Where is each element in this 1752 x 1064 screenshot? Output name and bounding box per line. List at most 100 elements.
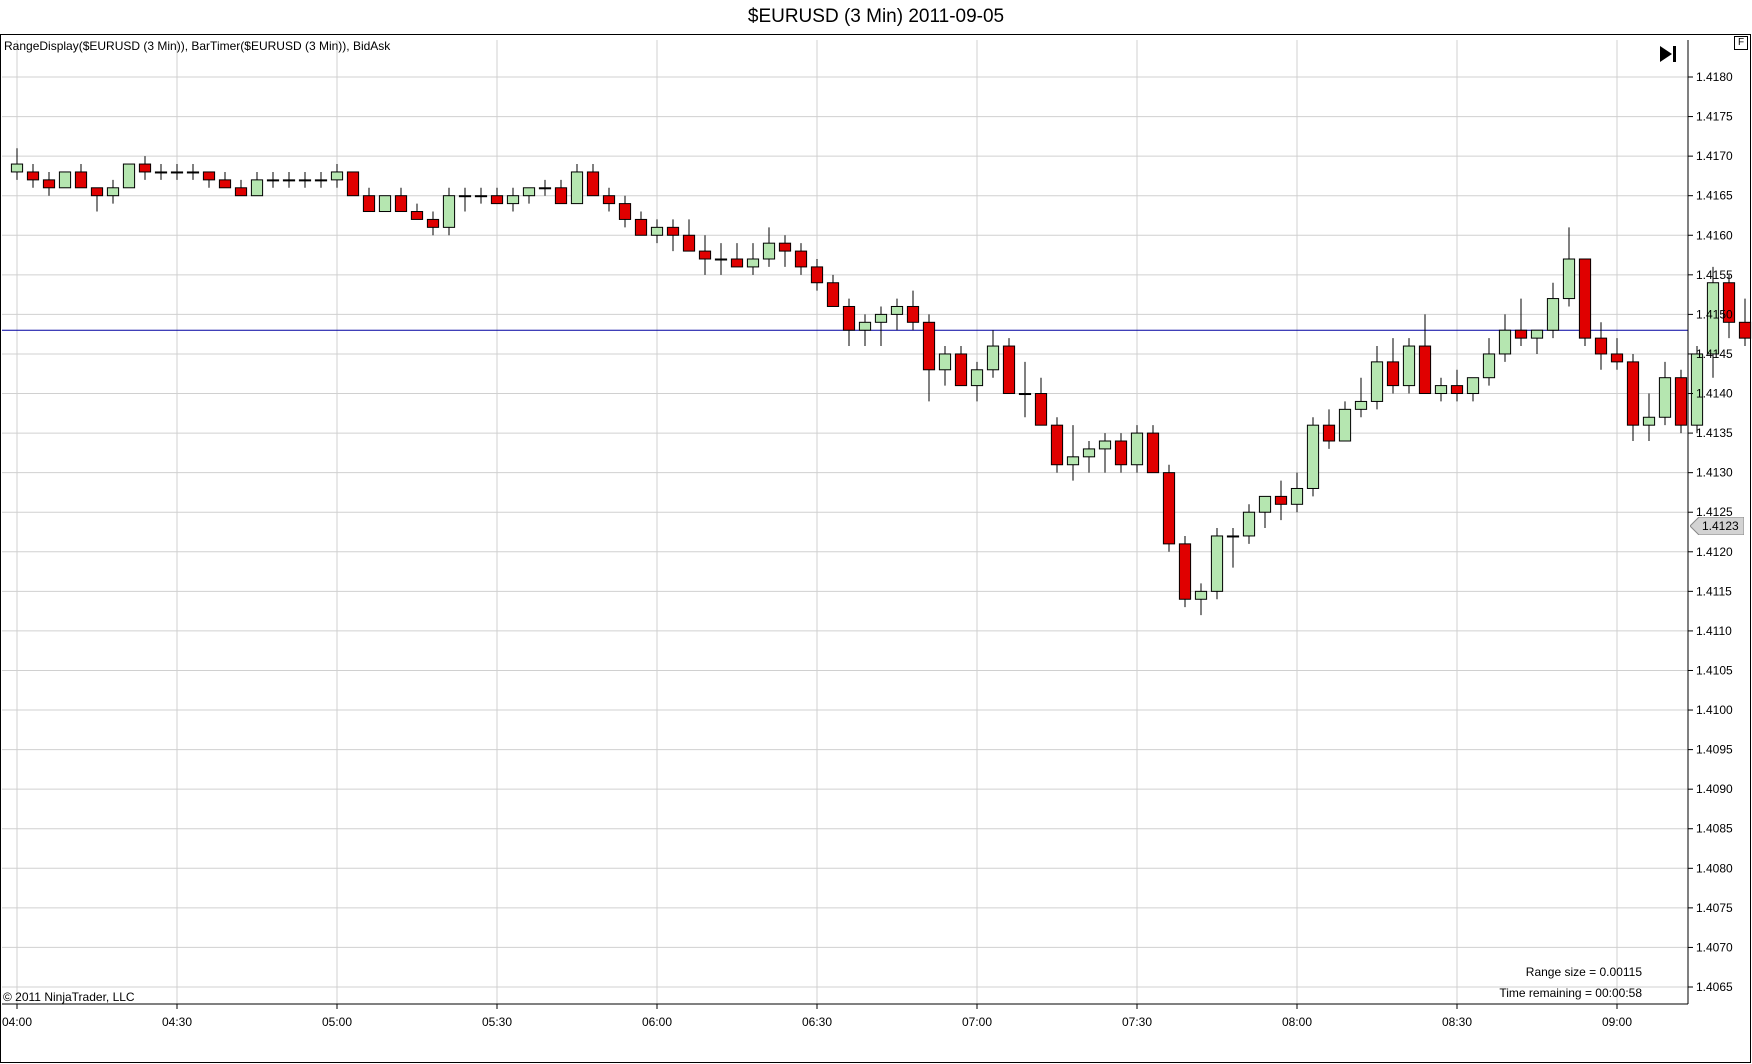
y-tick-label: 1.4140 — [1696, 387, 1733, 401]
candle — [1354, 377, 1368, 418]
x-tick-label: 08:30 — [1442, 1015, 1472, 1029]
candle — [874, 306, 888, 347]
candlestick-series — [10, 148, 1752, 616]
candle-body — [1178, 543, 1192, 600]
candle — [330, 164, 344, 188]
candle — [362, 187, 376, 213]
candle — [1594, 322, 1608, 370]
candle-body — [346, 171, 360, 197]
y-tick-label: 1.4160 — [1696, 228, 1733, 242]
candle-body — [218, 179, 232, 189]
skip-to-end-button[interactable] — [1656, 42, 1682, 66]
candle-body — [634, 218, 648, 236]
candle-body — [1370, 361, 1384, 402]
candle-body — [1050, 424, 1064, 466]
candle-body — [1642, 416, 1656, 426]
candle — [714, 243, 728, 275]
candle — [250, 171, 264, 197]
candle — [490, 187, 504, 205]
candle-body — [586, 171, 600, 197]
candle — [522, 187, 536, 204]
candle-body — [1530, 329, 1544, 339]
candle-body — [730, 258, 744, 268]
candle-body — [1162, 472, 1176, 545]
candle-body — [490, 195, 504, 205]
candle — [122, 163, 136, 189]
candle — [650, 219, 664, 244]
candle-body — [794, 250, 808, 268]
candle — [1002, 338, 1016, 395]
candle-body — [1466, 377, 1480, 395]
candle-body — [1658, 377, 1672, 418]
candle — [1658, 361, 1672, 426]
last-price-value: 1.4123 — [1702, 519, 1739, 533]
candle-body — [122, 163, 136, 189]
candle — [106, 179, 120, 204]
candle-body — [1082, 448, 1096, 458]
candle-body — [890, 305, 904, 315]
candle-body — [1434, 385, 1448, 395]
candle — [58, 171, 72, 189]
candle — [1434, 377, 1448, 402]
candle — [1530, 329, 1544, 354]
y-tick-label: 1.4165 — [1696, 189, 1733, 203]
candle-body — [1290, 487, 1304, 505]
candle-body — [938, 353, 952, 371]
y-tick-label: 1.4180 — [1696, 70, 1733, 84]
candle — [1162, 464, 1176, 552]
time-remaining-label: Time remaining = 00:00:58 — [1499, 986, 1642, 1000]
candle-body — [874, 313, 888, 323]
candle — [1338, 401, 1352, 442]
candle — [778, 235, 792, 267]
f-button[interactable]: F — [1734, 36, 1748, 50]
axes: 1.4180 1.4175 1.4170 1.4165 1.4160 1.4155 1.41… — [2, 40, 1733, 1029]
candle-body — [1610, 353, 1624, 363]
candle-body — [138, 163, 152, 173]
candle-body — [1674, 377, 1688, 426]
candle-body — [1482, 353, 1496, 379]
x-tick-label: 08:00 — [1282, 1015, 1312, 1029]
candle — [410, 203, 424, 220]
candle — [826, 274, 840, 307]
candle-body — [1210, 535, 1224, 592]
candle — [842, 298, 856, 347]
y-tick-label: 1.4065 — [1696, 980, 1733, 994]
candle-body — [506, 195, 520, 205]
candle-body — [10, 163, 24, 173]
candle — [858, 314, 872, 347]
candle — [1274, 480, 1288, 521]
candle-body — [602, 195, 616, 205]
candle — [1130, 425, 1144, 473]
candle — [10, 148, 24, 180]
x-tick-label: 09:00 — [1602, 1015, 1632, 1029]
candle — [426, 211, 440, 236]
price-chart[interactable]: 1.4180 1.4175 1.4170 1.4165 1.4160 1.4155 1.41… — [0, 0, 1752, 1064]
candle-body — [1322, 424, 1336, 442]
candle-body — [170, 171, 184, 174]
x-tick-label: 06:00 — [642, 1015, 672, 1029]
candle — [1450, 369, 1464, 402]
candle — [746, 243, 760, 275]
candle-body — [1146, 432, 1160, 474]
candle-body — [1194, 590, 1208, 600]
candle — [506, 187, 520, 212]
y-tick-label: 1.4115 — [1696, 584, 1732, 598]
candle — [346, 171, 360, 197]
candle — [154, 164, 168, 180]
x-tick-label: 04:00 — [2, 1015, 32, 1029]
candle — [538, 179, 552, 196]
candle — [1626, 353, 1640, 441]
candle-body — [1002, 345, 1016, 395]
candle-body — [1114, 440, 1128, 466]
candle-body — [1450, 385, 1464, 395]
candle — [1370, 346, 1384, 410]
copyright-text: © 2011 NinjaTrader, LLC — [3, 990, 135, 1004]
candle — [1642, 393, 1656, 441]
candle — [682, 219, 696, 252]
candle — [1402, 338, 1416, 394]
candle-body — [650, 226, 664, 236]
x-tick-label: 07:30 — [1122, 1015, 1152, 1029]
candle-body — [538, 187, 552, 190]
y-tick-label: 1.4090 — [1696, 782, 1733, 796]
candle-body — [1402, 345, 1416, 387]
